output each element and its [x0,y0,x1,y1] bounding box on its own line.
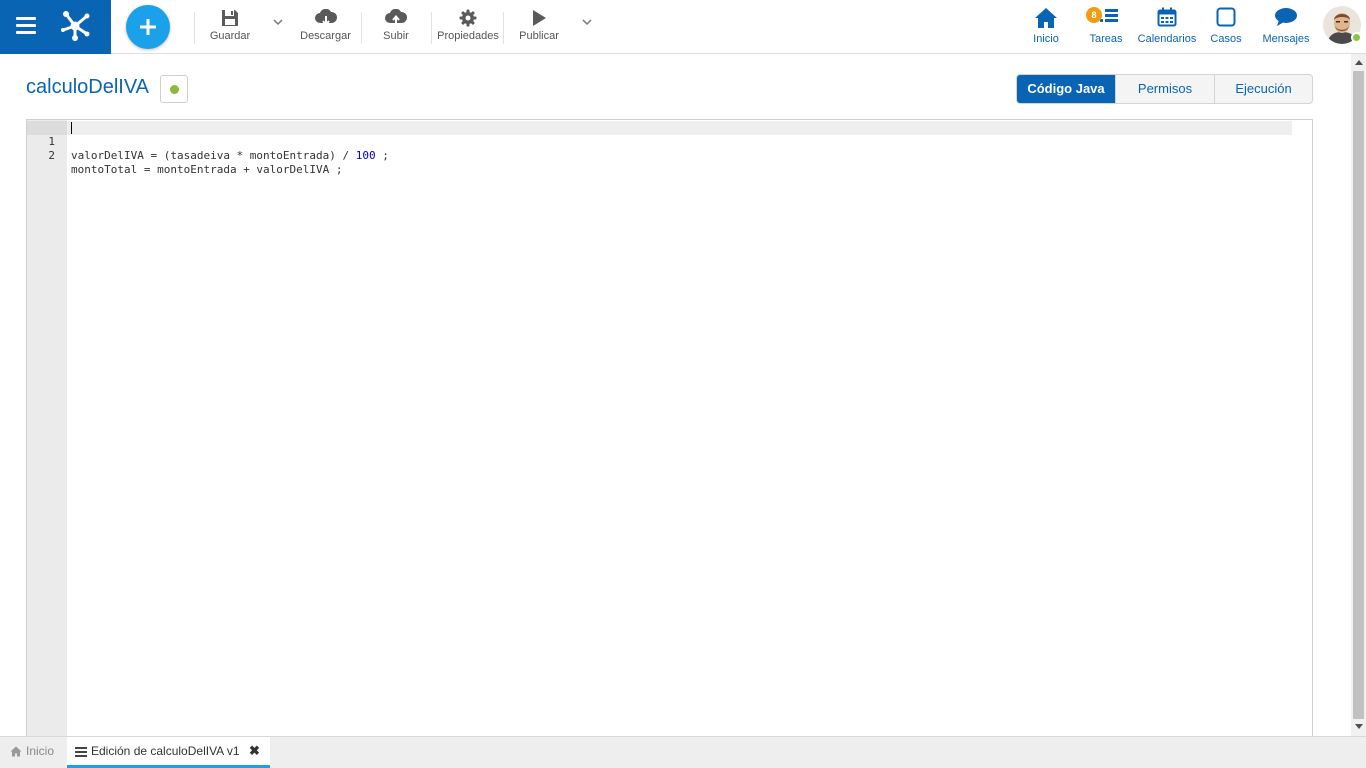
text-cursor [71,122,72,134]
publish-label: Publicar [519,30,559,42]
nav-cases[interactable]: Casos [1208,0,1244,54]
save-options-chevron-icon[interactable] [273,18,283,26]
publish-options-chevron-icon[interactable] [582,18,592,26]
scroll-up-arrow-icon[interactable] [1355,60,1363,65]
upload-label: Subir [383,30,409,42]
nav-calendars[interactable]: Calendarios [1136,0,1198,54]
page-title: calculoDelIVA [26,76,150,98]
plus-icon [140,19,156,35]
toolbar-divider [503,12,504,44]
app-logo-icon[interactable] [57,8,93,44]
line-number: 2 [48,149,55,162]
upload-button[interactable]: Subir [376,0,416,54]
close-tab-icon[interactable]: ✖ [249,737,260,765]
code-editor[interactable]: 1 valorDelIVA = (tasadeiva * montoEntrad… [26,119,1313,739]
nav-home-label: Inicio [1033,33,1059,45]
toolbar-divider [194,12,195,44]
code-line: 2 montoTotal = montoEntrada + valorDelIV… [27,135,342,176]
code-text: montoTotal = montoEntrada + valorDelIVA … [71,163,343,176]
bottom-tab-home[interactable]: Inicio [10,737,54,768]
online-status-dot [1351,32,1362,43]
nav-tasks-label: Tareas [1089,33,1123,45]
line-number-gutter [27,120,67,738]
publish-button[interactable]: Publicar [516,0,562,54]
page-scrollbar[interactable] [1351,54,1366,736]
home-icon [10,746,22,757]
cloud-download-icon [314,9,337,27]
add-new-button[interactable] [126,5,170,49]
download-label: Descargar [300,30,351,42]
tab-java-code[interactable]: Código Java [1017,75,1115,103]
view-tabs: Código Java Permisos Ejecución [1016,74,1313,104]
tab-permissions[interactable]: Permisos [1115,75,1214,103]
nav-cases-label: Casos [1210,33,1242,45]
nav-messages[interactable]: Mensajes [1260,0,1312,54]
nav-calendars-label: Calendarios [1137,33,1197,45]
bottom-tab-edit-document[interactable]: Edición de calculoDelIVA v1 ✖ [67,737,270,768]
save-label: Guardar [209,30,251,42]
download-button[interactable]: Descargar [298,0,353,54]
chat-bubble-icon [1275,8,1297,26]
bottom-tab-bar: Inicio Edición de calculoDelIVA v1 ✖ [0,736,1366,768]
status-indicator-button[interactable] [160,75,188,103]
code-text-part: valorDelIVA = (tasadeiva * montoEntrada)… [71,149,356,162]
nav-messages-label: Mensajes [1262,33,1310,45]
tasks-count-badge: 8 [1086,7,1102,23]
active-line-highlight [27,121,1292,135]
nav-home[interactable]: Inicio [1029,0,1063,54]
brand-area [0,0,111,54]
gear-icon [459,9,477,27]
properties-label: Propiedades [437,30,499,42]
status-dot [170,85,179,94]
toolbar-divider [361,12,362,44]
home-icon [1035,8,1057,28]
scrollbar-thumb[interactable] [1353,71,1364,719]
calendar-icon [1157,7,1177,27]
document-lines-icon [75,747,87,757]
save-button[interactable]: Guardar [204,0,256,54]
code-text: valorDelIVA = (tasadeiva * montoEntrada)… [71,149,389,163]
code-number-literal: 100 [355,149,376,162]
bottom-tab-home-label: Inicio [26,744,55,758]
scroll-down-arrow-icon[interactable] [1355,724,1363,729]
properties-button[interactable]: Propiedades [435,0,501,54]
menu-icon[interactable] [16,17,36,35]
tab-execution[interactable]: Ejecución [1214,75,1312,103]
top-bar: Guardar Descargar Subir Propiedades Publ… [0,0,1366,54]
cloud-upload-icon [385,9,408,25]
code-line: 1 valorDelIVA = (tasadeiva * montoEntrad… [27,121,389,162]
toolbar-divider [431,12,432,44]
save-icon [222,10,238,26]
play-icon [533,10,546,26]
tasks-list-icon [1100,9,1118,22]
code-text-part: ; [375,149,389,162]
cases-square-icon [1216,7,1236,27]
bottom-tab-edit-label: Edición de calculoDelIVA v1 [91,744,240,758]
